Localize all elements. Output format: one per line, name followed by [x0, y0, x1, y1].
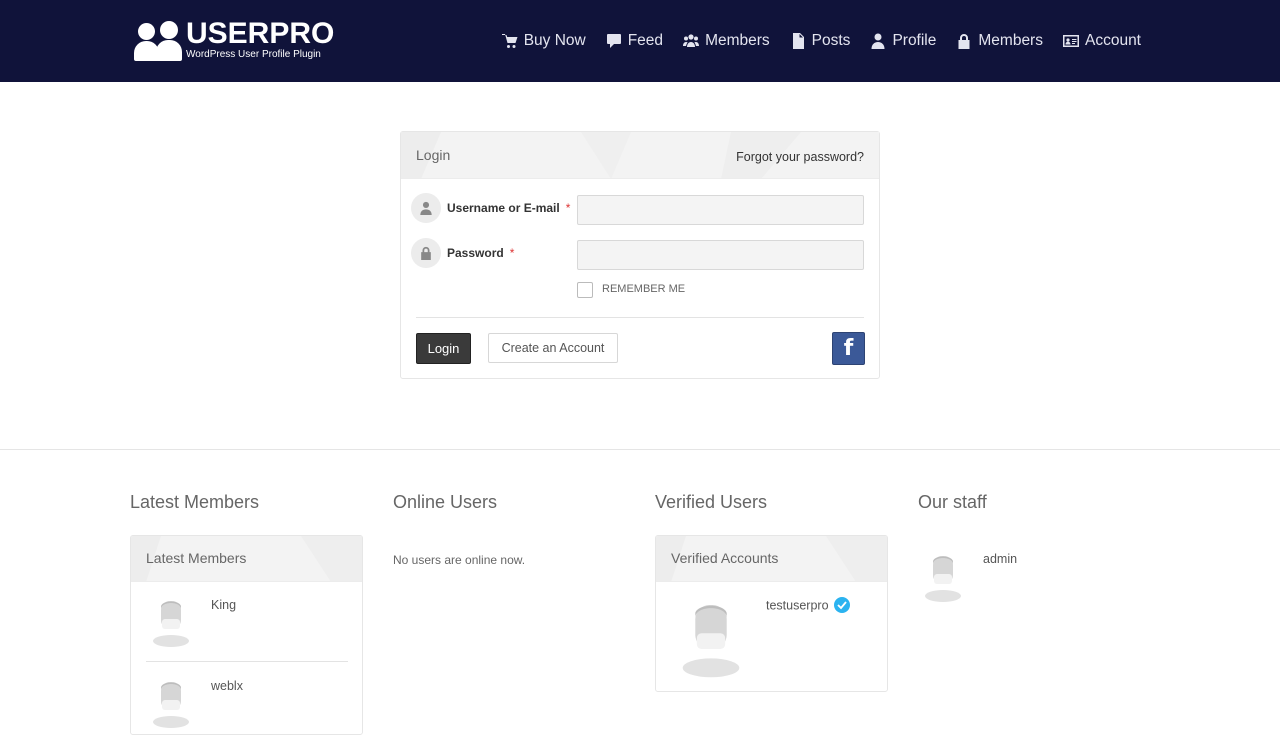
comment-icon	[606, 34, 621, 48]
section-divider	[0, 449, 1280, 450]
login-button[interactable]: Login	[416, 333, 471, 364]
remember-me: REMEMBER ME	[577, 280, 685, 298]
logo-title: USERPRO	[186, 16, 335, 50]
nav-item-profile[interactable]: Profile	[870, 32, 936, 50]
nav-item-members-private[interactable]: Members	[956, 32, 1043, 50]
nav-item-buy-now[interactable]: Buy Now	[501, 32, 586, 50]
login-header: Login Forgot your password?	[401, 132, 879, 179]
online-users-empty: No users are online now.	[393, 553, 526, 567]
forgot-password-link[interactable]: Forgot your password?	[736, 150, 864, 164]
nav-item-label: Profile	[892, 32, 937, 49]
document-icon	[792, 33, 804, 49]
member-divider	[146, 661, 348, 662]
users-icon	[683, 34, 700, 47]
main-nav: Buy Now Feed Members Posts Profile Membe…	[501, 0, 1141, 82]
users-logo-icon	[134, 19, 182, 61]
nav-item-members[interactable]: Members	[683, 32, 770, 50]
latest-members-panel-header: Latest Members	[131, 536, 362, 582]
nav-item-posts[interactable]: Posts	[790, 32, 851, 50]
nav-item-feed[interactable]: Feed	[606, 32, 663, 50]
latest-members-panel-title: Latest Members	[146, 550, 247, 566]
create-account-button[interactable]: Create an Account	[488, 333, 618, 363]
member-avatar-testuserpro[interactable]	[678, 598, 744, 678]
username-input[interactable]	[577, 195, 864, 225]
required-mark: *	[509, 246, 515, 260]
login-title: Login	[416, 147, 451, 163]
verified-accounts-panel-header: Verified Accounts	[656, 536, 887, 582]
login-form: Login Forgot your password? Username or …	[400, 131, 880, 379]
nav-item-label: Feed	[627, 32, 664, 49]
nav-item-label: Account	[1084, 32, 1141, 49]
facebook-login-button[interactable]: f	[832, 332, 865, 365]
lock-icon	[411, 238, 441, 268]
username-label: Username or E-mail *	[447, 201, 571, 215]
member-name[interactable]: weblx	[211, 679, 243, 693]
nav-item-label: Members	[705, 32, 770, 49]
user-icon	[871, 33, 885, 49]
site-logo[interactable]: USERPRO WordPress User Profile Plugin	[134, 18, 334, 62]
online-users-title: Online Users	[393, 492, 498, 512]
nav-item-account[interactable]: Account	[1062, 32, 1141, 50]
facebook-icon: f	[843, 336, 854, 361]
member-avatar-weblx[interactable]	[150, 678, 192, 728]
password-input[interactable]	[577, 240, 864, 270]
verified-check-icon	[833, 597, 850, 613]
user-icon	[411, 193, 441, 223]
verified-accounts-panel-title: Verified Accounts	[671, 550, 779, 566]
remember-me-label[interactable]: REMEMBER ME	[602, 283, 685, 295]
nav-item-label: Buy Now	[523, 32, 586, 49]
site-header: USERPRO WordPress User Profile Plugin Bu…	[0, 0, 1280, 82]
form-divider	[416, 317, 864, 318]
member-avatar-admin[interactable]	[922, 552, 964, 602]
member-name[interactable]: King	[211, 598, 236, 612]
member-avatar-king[interactable]	[150, 597, 192, 647]
password-label: Password *	[447, 246, 515, 260]
username-row: Username or E-mail *	[411, 193, 865, 225]
verified-users-title: Verified Users	[655, 492, 768, 512]
password-row: Password *	[411, 238, 865, 270]
logo-subtitle: WordPress User Profile Plugin	[186, 48, 321, 60]
nav-item-label: Members	[978, 32, 1043, 49]
lock-icon	[958, 34, 970, 49]
required-mark: *	[565, 201, 571, 215]
cart-icon	[501, 34, 518, 48]
nav-item-label: Posts	[811, 32, 851, 49]
our-staff-title: Our staff	[918, 492, 987, 512]
latest-members-title: Latest Members	[130, 492, 260, 512]
member-name[interactable]: admin	[983, 552, 1017, 566]
remember-me-checkbox[interactable]	[577, 282, 593, 298]
id-card-icon	[1062, 35, 1079, 47]
member-name[interactable]: testuserpro	[766, 597, 850, 614]
